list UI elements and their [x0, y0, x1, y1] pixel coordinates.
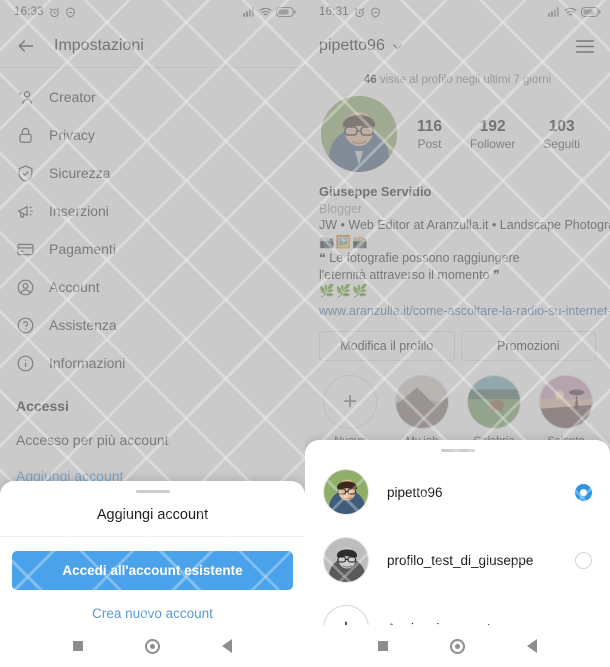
account-name: profilo_test_di_giuseppe [387, 552, 534, 568]
home-circle-icon[interactable] [450, 638, 465, 654]
back-triangle-icon[interactable] [527, 639, 537, 653]
avatar [323, 537, 369, 583]
account-row-profilo-test[interactable]: profilo_test_di_giuseppe [305, 526, 610, 594]
back-triangle-icon[interactable] [222, 639, 232, 653]
recents-square-icon[interactable] [73, 641, 83, 651]
home-circle-icon[interactable] [145, 638, 160, 654]
recents-square-icon[interactable] [378, 641, 388, 651]
login-existing-account-button[interactable]: Accedi all'account esistente [12, 551, 293, 590]
left-navigation-bar [0, 625, 305, 667]
avatar [323, 469, 369, 515]
right-navigation-bar [305, 625, 610, 667]
account-radio-selected[interactable] [575, 483, 592, 501]
left-phone-panel: 16:33 [0, 0, 305, 667]
sheet-grabber[interactable] [440, 449, 475, 452]
dual-phone-screenshot: 16:33 [0, 0, 610, 667]
right-phone-panel: 16:31 pi [305, 0, 610, 667]
account-name: pipetto96 [387, 484, 443, 500]
account-radio-unselected[interactable] [575, 551, 592, 569]
account-row-pipetto96[interactable]: pipetto96 [305, 458, 610, 526]
sheet-title: Aggiungi account [0, 493, 305, 537]
